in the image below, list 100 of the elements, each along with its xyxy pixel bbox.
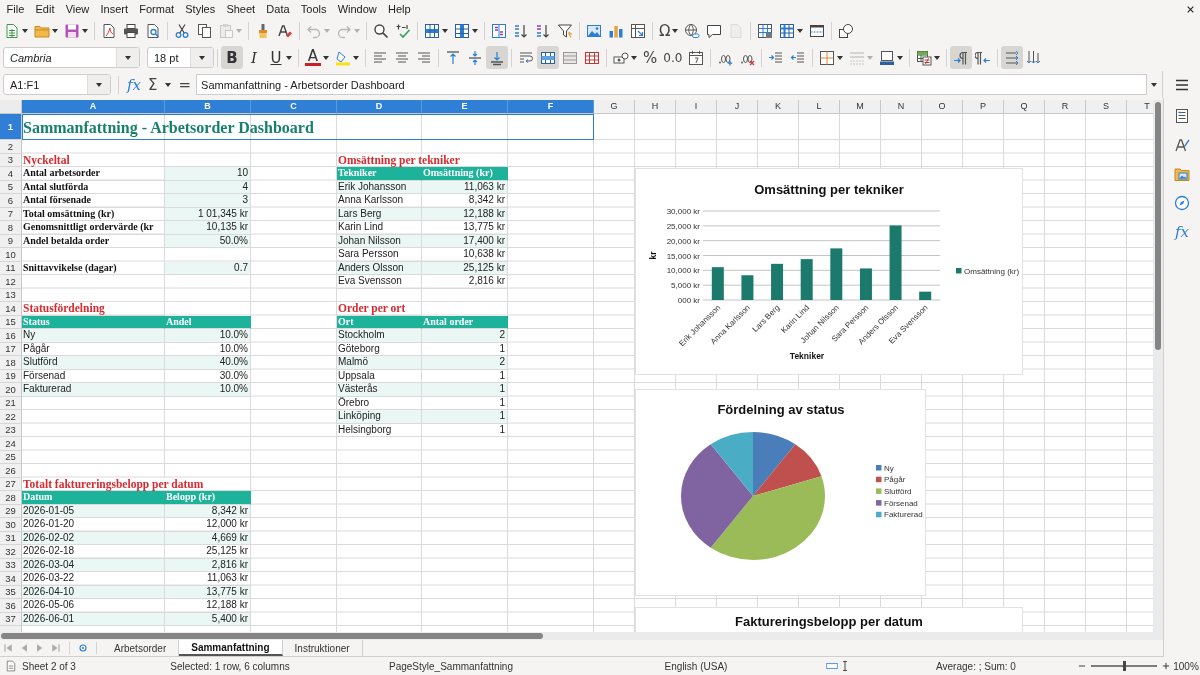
table-arrow-icon[interactable] [630, 23, 646, 39]
table-row-icon[interactable] [424, 23, 440, 39]
document-list-icon[interactable] [1174, 108, 1190, 124]
menu-item[interactable]: Window [332, 3, 383, 15]
border-color-icon[interactable] [879, 49, 896, 66]
calendar-icon[interactable] [688, 49, 705, 66]
caret-icon[interactable] [96, 82, 102, 87]
row-header[interactable]: 1 [0, 114, 22, 140]
skip-to-start-icon[interactable] [1, 642, 15, 654]
column-header[interactable]: H [635, 100, 676, 114]
table-not-equal-icon[interactable] [916, 49, 933, 66]
underline-button[interactable]: U [265, 46, 287, 69]
column-header[interactable]: E [422, 100, 508, 114]
sheet-tab[interactable]: Instruktioner [282, 640, 363, 656]
funnel-icon[interactable] [557, 23, 573, 39]
caret-icon[interactable] [323, 55, 329, 60]
slider-thumb[interactable] [1122, 661, 1126, 671]
checkmark-icon[interactable] [395, 23, 411, 39]
column-header[interactable]: R [1045, 100, 1086, 114]
column-header[interactable]: D [337, 100, 422, 114]
borders-icon[interactable] [819, 49, 836, 66]
unmerge-cells-icon[interactable] [584, 49, 600, 66]
caret-icon[interactable] [52, 29, 58, 33]
special-character-button[interactable]: Ω [656, 22, 674, 40]
caret-icon[interactable] [934, 55, 941, 60]
banknote-coin-icon[interactable] [613, 49, 629, 66]
sort-descending-icon[interactable] [535, 23, 551, 39]
table-column-icon[interactable] [454, 23, 470, 39]
caret-icon[interactable] [797, 29, 804, 33]
formula-button[interactable]: = [175, 75, 195, 94]
column-header[interactable]: N [881, 100, 922, 114]
zoom-percent[interactable]: 100% [1173, 660, 1199, 672]
number-format-button[interactable]: 0.0 [660, 50, 686, 65]
compass-icon[interactable] [1174, 195, 1190, 211]
formula-input[interactable]: Sammanfattning - Arbetsorder Dashboard [196, 74, 1147, 95]
column-header[interactable]: M [840, 100, 881, 114]
close-icon[interactable] [1186, 4, 1195, 14]
copy-icon[interactable] [196, 23, 212, 39]
horizontal-scrollbar[interactable] [0, 632, 1163, 641]
menu-item[interactable]: Tools [295, 3, 333, 15]
font-size-field[interactable]: 18 pt [147, 47, 214, 68]
menu-item[interactable]: Sheet [220, 3, 261, 15]
bar-chart-icon[interactable] [608, 23, 624, 39]
split-window-icon[interactable] [809, 23, 826, 39]
column-header[interactable]: O [922, 100, 963, 114]
document-magnifier-icon[interactable] [145, 23, 161, 39]
page-style[interactable]: PageStyle_Sammanfattning [389, 660, 513, 672]
scrollbar-thumb[interactable] [1, 633, 543, 640]
font-color-button[interactable]: A [302, 46, 324, 69]
caret-icon[interactable] [125, 55, 131, 60]
merge-cells-icon[interactable] [562, 49, 578, 66]
outdent-icon[interactable] [790, 49, 807, 66]
language[interactable]: English (USA) [664, 660, 728, 672]
image-folder-icon[interactable] [1174, 166, 1190, 182]
sheet-tab[interactable]: Sammanfattning [179, 640, 283, 656]
scissors-icon[interactable] [174, 23, 190, 39]
image-icon[interactable] [586, 23, 602, 39]
menu-item[interactable]: View [60, 3, 95, 15]
pdf-document-icon[interactable] [101, 23, 117, 39]
column-header[interactable]: F [508, 100, 594, 114]
percent-button[interactable]: % [640, 48, 661, 67]
menu-item[interactable]: Edit [29, 3, 61, 15]
column-header[interactable]: S [1086, 100, 1127, 114]
highlighter-icon[interactable] [335, 49, 351, 66]
column-header[interactable]: A [22, 100, 165, 114]
column-header[interactable]: C [251, 100, 337, 114]
column-header[interactable]: B [165, 100, 251, 114]
caret-icon[interactable] [837, 55, 844, 60]
menu-item[interactable]: Insert [94, 3, 134, 15]
caret-icon[interactable] [22, 29, 28, 33]
letter-pen-icon[interactable] [1174, 137, 1190, 153]
indent-icon[interactable] [768, 49, 785, 66]
grid-block-icon[interactable] [757, 23, 774, 39]
zoom-in-icon[interactable] [1161, 661, 1171, 671]
sort-ascending-icon[interactable] [513, 23, 529, 39]
column-header[interactable]: P [963, 100, 1004, 114]
globe-link-icon[interactable] [684, 23, 701, 39]
wrap-text-icon[interactable] [518, 49, 534, 66]
table-grid-icon[interactable] [779, 23, 796, 39]
menu-item[interactable]: Format [133, 3, 180, 15]
caret-icon[interactable] [631, 55, 637, 60]
menu-item[interactable]: File [1, 3, 30, 15]
column-header[interactable]: J [717, 100, 758, 114]
column-header[interactable]: G [594, 100, 635, 114]
caret-icon[interactable] [199, 55, 205, 60]
speech-bubble-icon[interactable] [706, 23, 723, 39]
menu-item[interactable]: Help [382, 3, 417, 15]
menu-item[interactable]: Data [260, 3, 296, 15]
function-wizard-button[interactable]: fx [122, 75, 145, 94]
column-header[interactable]: K [758, 100, 799, 114]
sort-icon[interactable] [491, 23, 507, 39]
menu-item[interactable]: Styles [179, 3, 221, 15]
column-header[interactable]: I [676, 100, 717, 114]
sum-summary[interactable]: Average: ; Sum: 0 [936, 660, 1016, 672]
caret-icon[interactable] [672, 29, 679, 33]
ring-icon[interactable] [76, 642, 90, 654]
caret-icon[interactable] [286, 55, 292, 60]
letter-eraser-icon[interactable] [277, 23, 293, 39]
column-header[interactable]: Q [1004, 100, 1045, 114]
shapes-icon[interactable] [838, 23, 855, 39]
